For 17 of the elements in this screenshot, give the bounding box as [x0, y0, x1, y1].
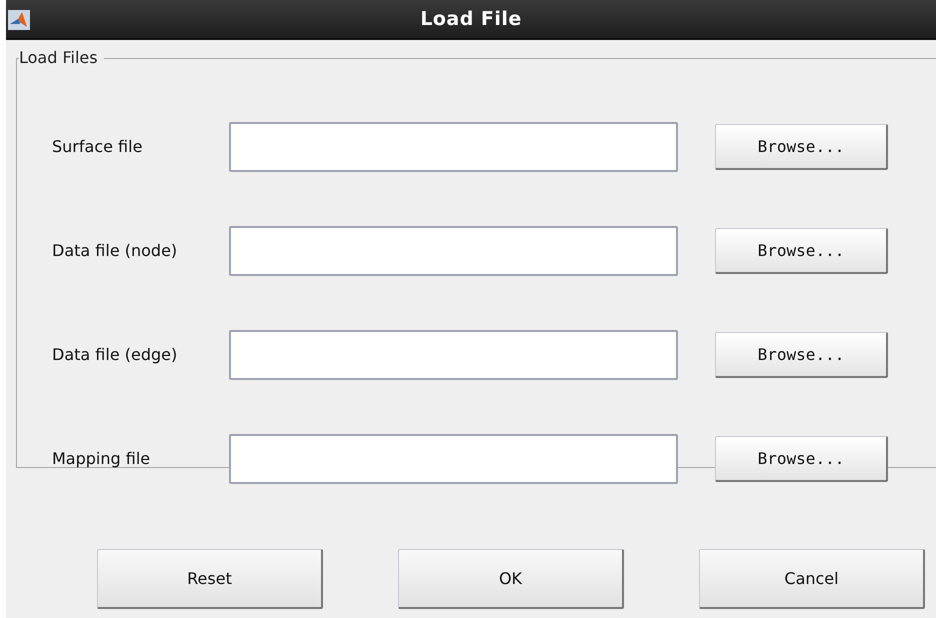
input-field[interactable]	[229, 330, 678, 380]
field-label: Data file (node)	[51, 240, 178, 262]
window-title: Load File	[420, 6, 522, 32]
browse-button[interactable]: Browse...	[715, 228, 888, 274]
dialog-button[interactable]: Reset	[97, 549, 323, 609]
browse-button[interactable]: Browse...	[715, 124, 888, 170]
browse-button[interactable]: Browse...	[715, 436, 888, 482]
browse-button[interactable]: Browse...	[715, 332, 888, 378]
input-field[interactable]	[229, 122, 678, 172]
dialog-button[interactable]: OK	[398, 549, 624, 609]
field-label: Data file (edge)	[51, 344, 178, 366]
field-label: Mapping file	[51, 448, 152, 470]
app-icon	[8, 10, 30, 30]
input-field[interactable]	[229, 434, 678, 484]
input-field[interactable]	[229, 226, 678, 276]
field-label: Surface file	[51, 136, 144, 158]
dialog-button[interactable]: Cancel	[699, 549, 925, 609]
